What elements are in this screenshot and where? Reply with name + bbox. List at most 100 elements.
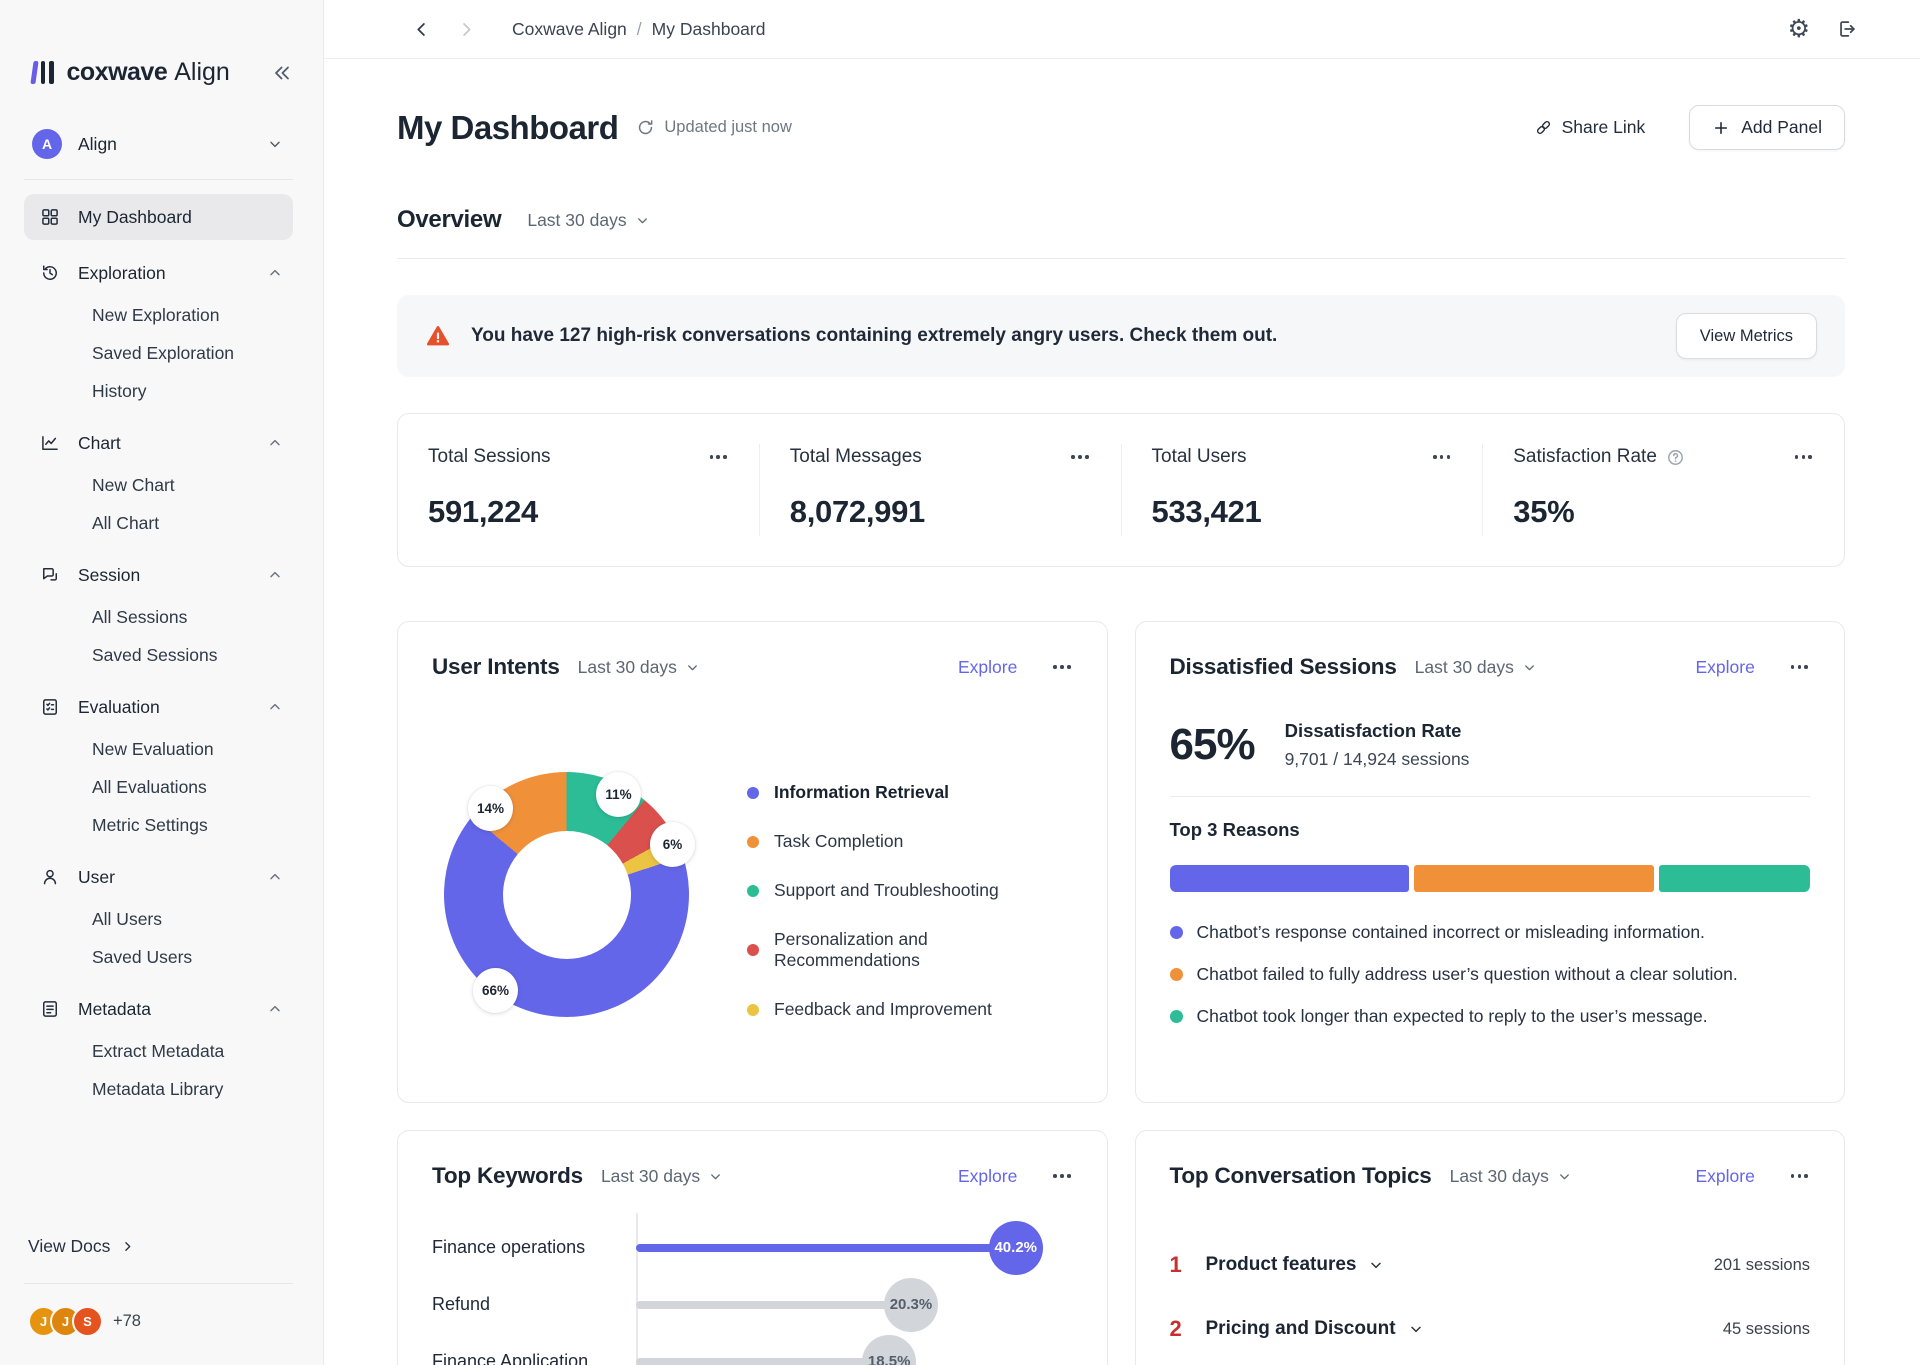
more-options-icon[interactable]: [1793, 451, 1814, 463]
collapse-sidebar-icon[interactable]: [271, 62, 293, 84]
topics-explore-link[interactable]: Explore: [1690, 1165, 1761, 1188]
sidebar-section-metadata[interactable]: Metadata: [24, 986, 293, 1032]
sidebar-item-saved-exploration[interactable]: Saved Exploration: [24, 334, 293, 372]
dissatisfied-range-dropdown[interactable]: Last 30 days: [1415, 657, 1537, 678]
sidebar-item-saved-users[interactable]: Saved Users: [24, 938, 293, 976]
user-intents-legend: Information Retrieval Task Completion Su…: [747, 782, 1073, 1020]
view-metrics-button[interactable]: View Metrics: [1676, 313, 1817, 359]
more-options-icon[interactable]: [1051, 661, 1072, 673]
keyword-bar: 20.3%: [636, 1301, 911, 1309]
nav-forward-icon[interactable]: [457, 20, 476, 39]
stat-value: 35%: [1513, 494, 1814, 530]
workspace-switcher[interactable]: A Align: [24, 129, 293, 159]
chevron-down-icon[interactable]: [1408, 1321, 1424, 1337]
legend-item[interactable]: Personalization and Recommendations: [747, 929, 1073, 971]
top-keywords-range-dropdown[interactable]: Last 30 days: [601, 1166, 723, 1187]
chevron-down-icon[interactable]: [1368, 1257, 1384, 1273]
sidebar-item-all-users[interactable]: All Users: [24, 900, 293, 938]
sidebar-item-metric-settings[interactable]: Metric Settings: [24, 806, 293, 844]
share-link-button[interactable]: Share Link: [1528, 116, 1652, 139]
sidebar-footer: View Docs JJS+78: [24, 1236, 293, 1365]
sidebar-item-all-chart[interactable]: All Chart: [24, 504, 293, 542]
stat-label: Satisfaction Rate: [1513, 446, 1657, 468]
legend-item[interactable]: Feedback and Improvement: [747, 999, 1073, 1020]
topic-rank: 1: [1170, 1252, 1206, 1278]
reason-segment: [1170, 865, 1410, 892]
sidebar-item-history[interactable]: History: [24, 372, 293, 410]
topic-row-product-features[interactable]: 1 Product features 201 sessions: [1170, 1233, 1811, 1297]
sidebar-section-session[interactable]: Session: [24, 552, 293, 598]
topic-row-pricing-and-discount[interactable]: 2 Pricing and Discount 45 sessions: [1170, 1297, 1811, 1361]
settings-gear-icon[interactable]: ⚙: [1788, 17, 1810, 42]
chevron-up-icon[interactable]: [267, 435, 283, 451]
sidebar-item-extract-metadata[interactable]: Extract Metadata: [24, 1032, 293, 1070]
stat-value: 533,421: [1152, 494, 1453, 530]
workspace-members[interactable]: JJS+78: [24, 1306, 293, 1337]
add-panel-button[interactable]: Add Panel: [1689, 105, 1845, 150]
sidebar-section-user[interactable]: User: [24, 854, 293, 900]
workspace-avatar: A: [32, 129, 62, 159]
sidebar-item-all-sessions[interactable]: All Sessions: [24, 598, 293, 636]
sidebar-item-new-exploration[interactable]: New Exploration: [24, 296, 293, 334]
legend-item[interactable]: Information Retrieval: [747, 782, 1073, 803]
sidebar-item-new-chart[interactable]: New Chart: [24, 466, 293, 504]
user-intents-explore-link[interactable]: Explore: [952, 656, 1023, 679]
topics-range-dropdown[interactable]: Last 30 days: [1450, 1166, 1572, 1187]
help-circle-icon[interactable]: [1666, 448, 1685, 467]
topbar: Coxwave Align / My Dashboard ⚙: [324, 0, 1920, 59]
sidebar-item-new-evaluation[interactable]: New Evaluation: [24, 730, 293, 768]
logout-icon[interactable]: [1836, 18, 1858, 40]
more-options-icon[interactable]: [1051, 1170, 1072, 1182]
sidebar-section-chart[interactable]: Chart: [24, 420, 293, 466]
chevron-up-icon[interactable]: [267, 869, 283, 885]
top-keywords-explore-link[interactable]: Explore: [952, 1165, 1023, 1188]
stat-label: Total Sessions: [428, 446, 551, 468]
member-avatar[interactable]: S: [72, 1306, 103, 1337]
sidebar-section-exploration[interactable]: Exploration: [24, 250, 293, 296]
sidebar-divider: [24, 1283, 293, 1284]
sidebar-nav: Exploration New ExplorationSaved Explora…: [24, 240, 293, 1108]
chevron-up-icon[interactable]: [267, 699, 283, 715]
nav-back-icon[interactable]: [412, 20, 431, 39]
sidebar-item-saved-sessions[interactable]: Saved Sessions: [24, 636, 293, 674]
section-divider: [397, 258, 1845, 259]
panel-user-intents: User Intents Last 30 days Explore 11% 6%: [397, 621, 1108, 1103]
more-options-icon[interactable]: [1789, 661, 1810, 673]
more-options-icon[interactable]: [1069, 451, 1090, 463]
stat-value: 8,072,991: [790, 494, 1091, 530]
legend-dot: [747, 1004, 759, 1016]
panel-title: User Intents: [432, 654, 560, 680]
sidebar-item-metadata-library[interactable]: Metadata Library: [24, 1070, 293, 1108]
legend-item[interactable]: Support and Troubleshooting: [747, 880, 1073, 901]
stat-label: Total Users: [1152, 446, 1247, 468]
legend-item[interactable]: Task Completion: [747, 831, 1073, 852]
more-options-icon[interactable]: [1431, 451, 1452, 463]
sidebar-section-evaluation[interactable]: Evaluation: [24, 684, 293, 730]
view-docs-link[interactable]: View Docs: [24, 1236, 293, 1257]
chevron-up-icon[interactable]: [267, 265, 283, 281]
panel-title: Dissatisfied Sessions: [1170, 654, 1397, 680]
user-intents-range-dropdown[interactable]: Last 30 days: [578, 657, 700, 678]
sidebar-item-my-dashboard[interactable]: My Dashboard: [24, 194, 293, 240]
keyword-row: Finance operations 40.2%: [432, 1219, 1073, 1276]
breadcrumb-page[interactable]: My Dashboard: [652, 19, 766, 40]
panel-dissatisfied-sessions: Dissatisfied Sessions Last 30 days Explo…: [1135, 621, 1846, 1103]
chevron-up-icon[interactable]: [267, 567, 283, 583]
more-options-icon[interactable]: [1789, 1170, 1810, 1182]
refresh-icon: [636, 118, 655, 137]
dashboard-grid-icon: [40, 206, 62, 228]
keyword-bar: 18.5%: [636, 1358, 889, 1365]
sidebar-item-all-evaluations[interactable]: All Evaluations: [24, 768, 293, 806]
app-logo: coxwave Align: [24, 58, 293, 87]
keyword-row: Refund 20.3%: [432, 1276, 1073, 1333]
breadcrumb-app[interactable]: Coxwave Align: [512, 19, 627, 40]
workspace-name: Align: [78, 134, 117, 155]
donut-badge: 11%: [596, 772, 641, 817]
chevron-up-icon[interactable]: [267, 1001, 283, 1017]
sidebar: coxwave Align A Align My Dashboard Explo…: [0, 0, 324, 1365]
dissatisfied-explore-link[interactable]: Explore: [1690, 656, 1761, 679]
topic-name: Pricing and Discount: [1206, 1318, 1396, 1340]
more-options-icon[interactable]: [708, 451, 729, 463]
overview-range-dropdown[interactable]: Last 30 days: [527, 210, 649, 231]
sidebar-divider: [24, 179, 293, 180]
